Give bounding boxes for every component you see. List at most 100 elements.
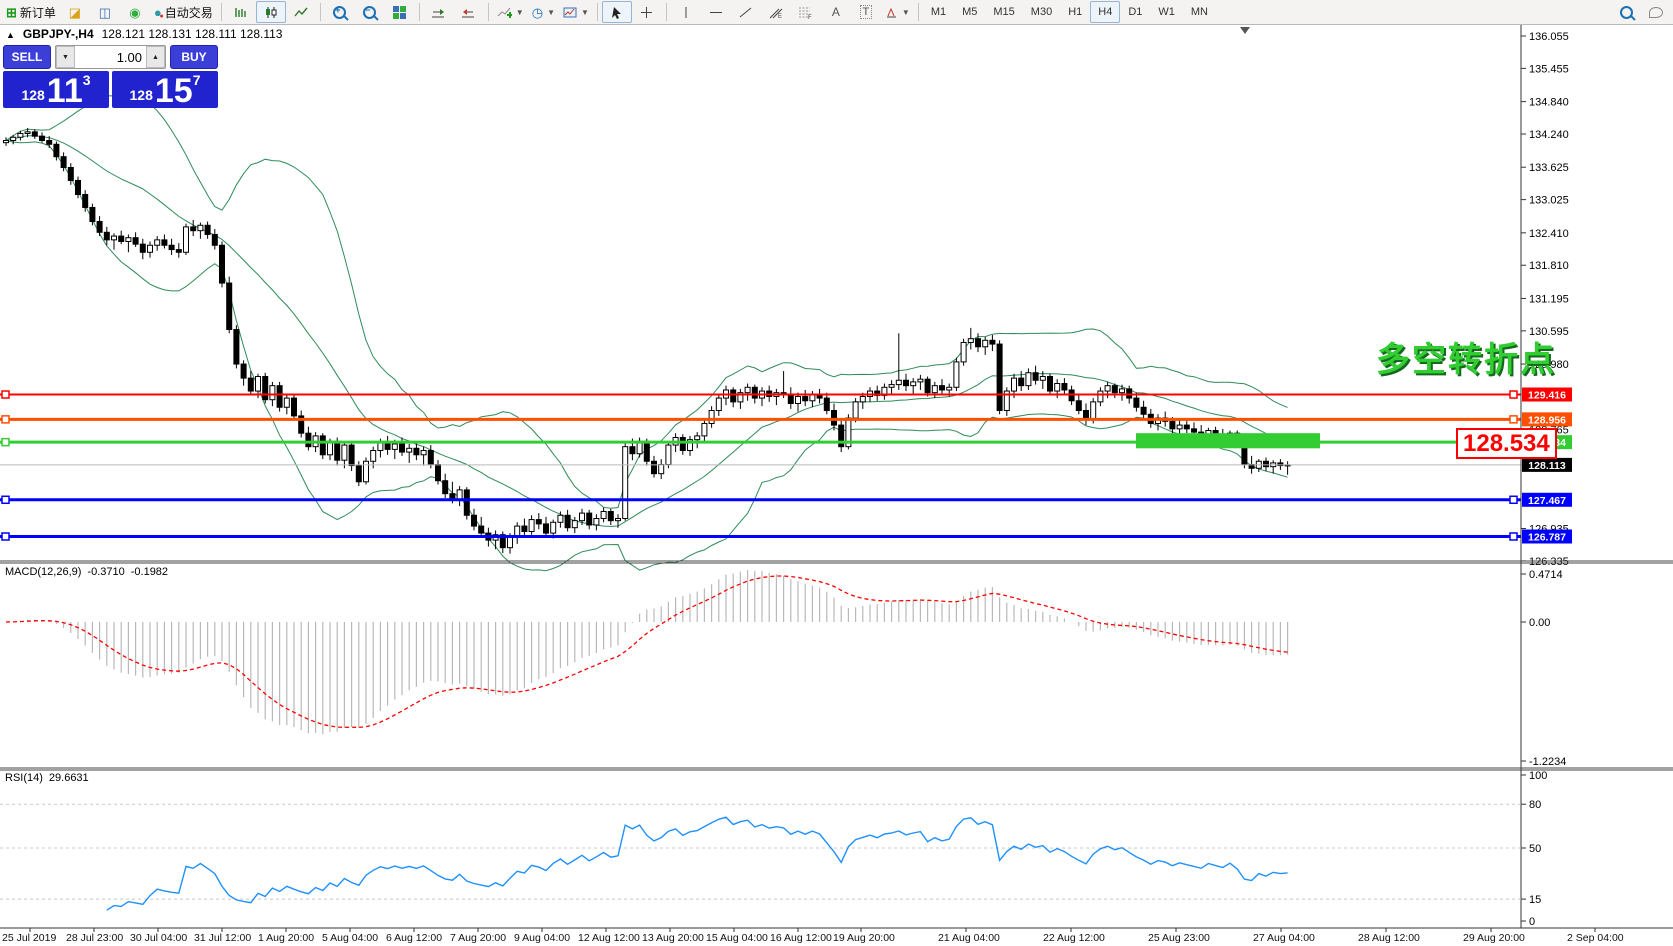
timeframe-label: M1 xyxy=(927,6,950,18)
candle xyxy=(680,438,685,451)
templates-button[interactable]: ▼ xyxy=(559,1,593,23)
candle xyxy=(472,515,477,526)
zoom-in-button[interactable]: + xyxy=(325,1,355,23)
time-axis-label: 22 Aug 12:00 xyxy=(1043,932,1105,944)
candle xyxy=(104,232,109,240)
sell-price-big: 11 xyxy=(47,76,83,107)
hline-handle[interactable] xyxy=(2,533,9,540)
time-axis-label: 15 Aug 04:00 xyxy=(706,932,768,944)
candle xyxy=(983,340,988,346)
candle xyxy=(594,519,599,525)
timeframe-button-MN[interactable]: MN xyxy=(1183,1,1216,23)
zoom-out-button[interactable]: − xyxy=(355,1,385,23)
new-order-button[interactable]: ⊞ 新订单 xyxy=(2,1,60,23)
timeframe-button-M30[interactable]: M30 xyxy=(1023,1,1060,23)
timeframe-button-W1[interactable]: W1 xyxy=(1150,1,1183,23)
line-chart-icon xyxy=(294,6,308,19)
signals-button[interactable]: ◉ xyxy=(120,1,150,23)
channel-tool-button[interactable]: E xyxy=(761,1,791,23)
text-label-tool-button[interactable]: T xyxy=(851,1,881,23)
time-axis-label: 25 Jul 2019 xyxy=(2,932,56,944)
price-tick-label: 126.335 xyxy=(1529,556,1569,568)
navigator-icon: ◫ xyxy=(99,6,111,19)
volume-input[interactable] xyxy=(75,46,146,68)
rsi-tick-label: 100 xyxy=(1529,770,1547,782)
arrows-tool-button[interactable]: ▼ xyxy=(881,1,914,23)
trendline-tool-button[interactable] xyxy=(731,1,761,23)
timeframe-button-D1[interactable]: D1 xyxy=(1120,1,1150,23)
timeframe-button-M15[interactable]: M15 xyxy=(985,1,1022,23)
candle xyxy=(356,466,361,482)
hline-handle[interactable] xyxy=(1510,416,1517,423)
vertical-line-tool-button[interactable] xyxy=(671,1,701,23)
line-chart-button[interactable] xyxy=(286,1,316,23)
price-tick-label: 134.240 xyxy=(1529,129,1569,141)
candle xyxy=(745,387,750,392)
candle xyxy=(457,490,462,499)
candle xyxy=(407,448,412,452)
hline-handle[interactable] xyxy=(1510,391,1517,398)
candle xyxy=(256,376,261,391)
rsi-value: 29.6631 xyxy=(49,772,89,784)
time-axis-label: 9 Aug 04:00 xyxy=(514,932,570,944)
timeframe-button-M1[interactable]: M1 xyxy=(923,1,954,23)
price-callout-box[interactable]: 128.534 xyxy=(1456,428,1557,459)
timeframe-button-M5[interactable]: M5 xyxy=(954,1,985,23)
candle xyxy=(889,385,894,388)
candle xyxy=(54,144,59,156)
turning-point-annotation[interactable]: 多空转折点 xyxy=(1376,332,1556,381)
cursor-tool-button[interactable] xyxy=(602,1,632,23)
chart-canvas: 136.055135.455134.840134.240133.625133.0… xyxy=(0,0,1673,946)
auto-scroll-button[interactable] xyxy=(424,1,454,23)
symbol-period-label: GBPJPY-,H4 xyxy=(23,27,94,41)
text-tool-button[interactable]: A xyxy=(821,1,851,23)
volume-decrease-button[interactable]: ▼ xyxy=(56,46,75,68)
hline-handle[interactable] xyxy=(1510,496,1517,503)
timeframe-button-H4[interactable]: H4 xyxy=(1090,1,1120,23)
hline-handle[interactable] xyxy=(2,416,9,423)
chat-button[interactable] xyxy=(1641,1,1671,23)
rsi-label: RSI(14) xyxy=(5,772,43,784)
charts-profile-button[interactable]: ◪ xyxy=(60,1,90,23)
hline-handle[interactable] xyxy=(1510,533,1517,540)
indicators-button[interactable]: ▼ xyxy=(493,1,528,23)
chart-shift-button[interactable] xyxy=(454,1,484,23)
timeframe-button-H1[interactable]: H1 xyxy=(1060,1,1090,23)
sell-price-panel[interactable]: 128 11 3 xyxy=(3,71,109,108)
signal-icon: ◉ xyxy=(129,6,140,19)
bar-chart-button[interactable] xyxy=(226,1,256,23)
timeframe-label: M15 xyxy=(989,6,1018,18)
one-click-trading-panel: SELL ▼ ▲ BUY 128 11 3 128 15 7 xyxy=(3,45,218,108)
periods-clock-button[interactable]: ◷ ▼ xyxy=(528,1,559,23)
rsi-tick-label: 15 xyxy=(1529,894,1541,906)
buy-button[interactable]: BUY xyxy=(170,45,218,69)
arrows-icon xyxy=(885,6,898,19)
chart-shift-marker[interactable] xyxy=(1240,27,1250,34)
sell-button[interactable]: SELL xyxy=(3,45,51,69)
price-tick-label: 131.195 xyxy=(1529,293,1569,305)
navigator-button[interactable]: ◫ xyxy=(90,1,120,23)
volume-increase-button[interactable]: ▲ xyxy=(146,46,165,68)
time-axis-label: 31 Jul 12:00 xyxy=(194,932,251,944)
time-axis-label: 12 Aug 12:00 xyxy=(578,932,640,944)
hline-handle[interactable] xyxy=(2,496,9,503)
candle xyxy=(947,387,952,390)
candle xyxy=(162,240,167,245)
tile-windows-button[interactable] xyxy=(385,1,415,23)
candlestick-chart-button[interactable] xyxy=(256,1,286,23)
candle xyxy=(18,133,23,137)
fibonacci-tool-button[interactable]: F xyxy=(791,1,821,23)
volume-stepper: ▼ ▲ xyxy=(55,45,166,69)
crosshair-tool-button[interactable] xyxy=(632,1,662,23)
horizontal-line-tool-button[interactable] xyxy=(701,1,731,23)
auto-trading-button[interactable]: ●● 自动交易 xyxy=(150,1,217,23)
hline-handle[interactable] xyxy=(2,391,9,398)
buy-price-panel[interactable]: 128 15 7 xyxy=(112,71,218,108)
time-axis-label: 21 Aug 04:00 xyxy=(938,932,1000,944)
hline-handle[interactable] xyxy=(2,439,9,446)
candle xyxy=(666,445,671,464)
search-button[interactable] xyxy=(1611,1,1641,23)
collapse-panel-icon[interactable]: ▲ xyxy=(6,30,15,40)
candle xyxy=(536,520,541,524)
time-axis[interactable]: 25 Jul 201928 Jul 23:0030 Jul 04:0031 Ju… xyxy=(2,928,1624,944)
